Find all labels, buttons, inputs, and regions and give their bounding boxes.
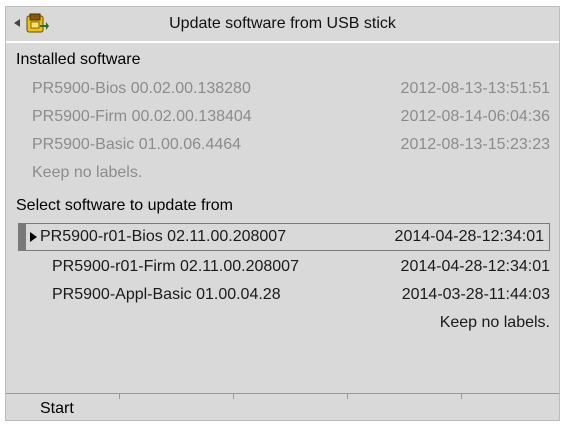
update-name: PR5900-r01-Bios 02.11.00.208007 xyxy=(40,228,287,245)
installed-software-heading: Installed software xyxy=(16,51,141,68)
installed-name: PR5900-Basic 01.00.06.4464 xyxy=(32,136,242,153)
installed-name: PR5900-Bios 00.02.00.138280 xyxy=(32,80,251,97)
labels-note-text: Keep no labels. xyxy=(32,164,143,181)
device-screen: Update software from USB stick Installed… xyxy=(5,6,560,421)
labels-note-text: Keep no labels. xyxy=(439,314,550,331)
update-item-firm[interactable]: PR5900-r01-Firm 02.11.00.208007 2014-04-… xyxy=(52,255,550,279)
update-date: 2014-04-28-12:34:01 xyxy=(400,258,550,275)
softkey-4[interactable] xyxy=(347,394,461,421)
update-name: PR5900-r01-Firm 02.11.00.208007 xyxy=(52,258,299,275)
softkey-5[interactable] xyxy=(461,394,559,421)
installed-item-firm: PR5900-Firm 00.02.00.138404 2012-08-14-0… xyxy=(32,105,550,129)
update-date: 2014-03-28-11:44:03 xyxy=(401,286,550,303)
softkey-3[interactable] xyxy=(233,394,347,421)
select-software-heading: Select software to update from xyxy=(16,197,233,214)
installed-item-basic: PR5900-Basic 01.00.06.4464 2012-08-13-15… xyxy=(32,133,550,157)
update-name: PR5900-Appl-Basic 01.00.04.28 xyxy=(52,286,281,303)
installed-date: 2012-08-14-06:04:36 xyxy=(400,108,550,125)
installed-name: PR5900-Firm 00.02.00.138404 xyxy=(32,108,252,125)
installed-date: 2012-08-13-15:23:23 xyxy=(400,136,550,153)
softkey-bar: Start xyxy=(6,393,559,421)
installed-date: 2012-08-13-13:51:51 xyxy=(400,80,550,97)
page-title: Update software from USB stick xyxy=(169,15,396,32)
installed-labels-note: Keep no labels. xyxy=(32,161,550,185)
softkey-2[interactable] xyxy=(119,394,233,421)
softkey-label: Start xyxy=(40,400,74,417)
update-item-basic[interactable]: PR5900-Appl-Basic 01.00.04.28 2014-03-28… xyxy=(52,283,550,307)
softkey-start[interactable]: Start xyxy=(6,394,119,421)
update-item-bios[interactable]: PR5900-r01-Bios 02.11.00.208007 2014-04-… xyxy=(40,225,550,249)
update-labels-option[interactable]: Keep no labels. xyxy=(52,311,550,335)
installed-item-bios: PR5900-Bios 00.02.00.138280 2012-08-13-1… xyxy=(32,77,550,101)
update-date: 2014-04-28-12:34:01 xyxy=(394,228,544,245)
selection-arrow-icon xyxy=(30,232,37,242)
title-bar: Update software from USB stick xyxy=(6,7,559,43)
